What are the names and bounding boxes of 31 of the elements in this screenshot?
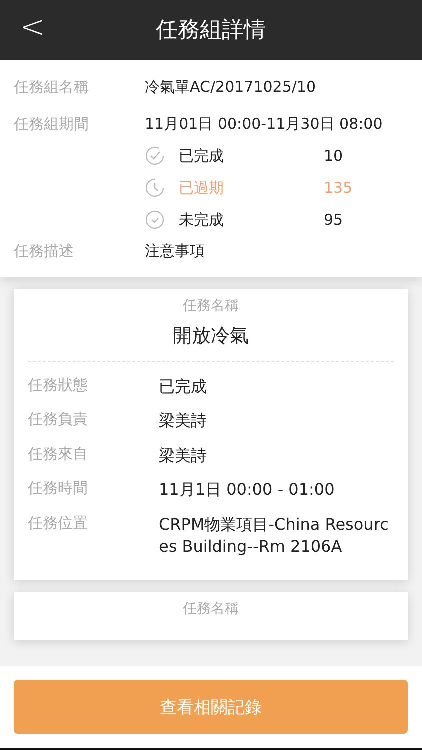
task-card[interactable]: 任務名稱 開放冷氣 任務狀態 已完成 任務負責 梁美詩 任務來自 梁美詩 任務時間 11月1日 00:00 - 01:00 任務位置 CRPM物業項目-China Resources Building--Rm 2106A	[14, 289, 408, 580]
task-name: 開放冷氣	[28, 323, 394, 362]
field-label: 任務描述	[14, 242, 75, 261]
field-label: 任務時間	[28, 479, 89, 498]
field-value: 梁美詩	[159, 444, 207, 467]
field-label: 任務組名稱	[14, 78, 90, 97]
check-circle-icon	[145, 210, 165, 230]
field-value: 11月01日 00:00-11月30日 08:00	[145, 115, 383, 134]
field-label: 任務負責	[28, 410, 89, 430]
field-label: 任務組期間	[14, 115, 90, 134]
field-value: 梁美詩	[159, 410, 207, 432]
task-name-label: 任務名稱	[182, 600, 240, 618]
field-value: 11月1日 00:00 - 01:00	[159, 479, 335, 502]
field-label: 任務來自	[28, 444, 89, 464]
status-label: 已過期	[179, 178, 225, 198]
field-value: CRPM物業項目-China Resources Building--Rm 2106A	[159, 514, 390, 558]
page-title: 任務組詳情	[156, 17, 266, 45]
status-label: 未完成	[179, 210, 225, 230]
back-button[interactable]: <	[14, 10, 52, 45]
field-value: 已完成	[159, 376, 207, 398]
status-count: 135	[324, 179, 353, 197]
status-count: 10	[324, 147, 344, 165]
clock-icon	[145, 178, 165, 198]
field-label: 任務狀態	[28, 376, 89, 395]
status-count: 95	[324, 211, 344, 229]
field-label: 任務位置	[28, 514, 89, 533]
status-label: 已完成	[179, 146, 225, 166]
field-value: 冷氣單AC/20171025/10	[145, 78, 316, 97]
field-value: 注意事項	[145, 242, 205, 261]
task-name-label: 任務名稱	[182, 297, 240, 315]
check-circle-icon	[145, 146, 165, 166]
